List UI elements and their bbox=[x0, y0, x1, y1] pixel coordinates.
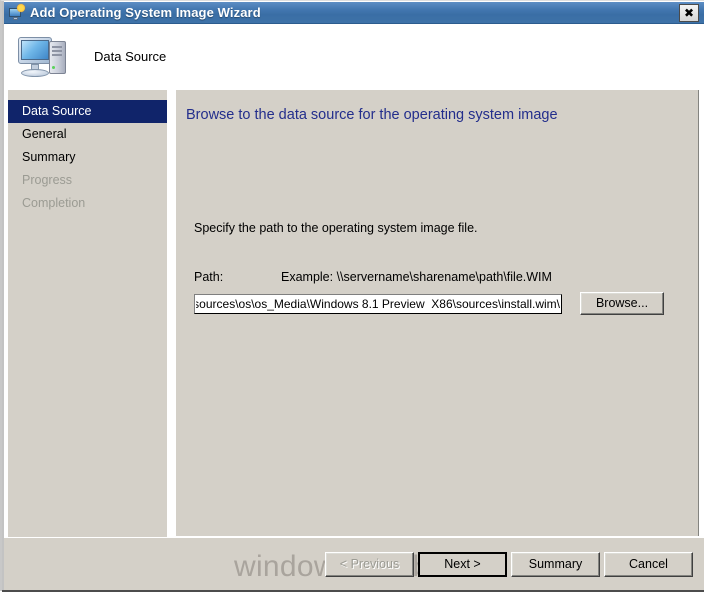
sidebar-item-completion: Completion bbox=[22, 196, 86, 210]
window-icon-base bbox=[13, 16, 18, 20]
close-icon[interactable]: ✖ bbox=[679, 4, 699, 22]
monitor-screen bbox=[21, 39, 49, 60]
title-bar[interactable]: Add Operating System Image Wizard ✖ bbox=[4, 2, 704, 24]
computer-monitor-icon bbox=[16, 33, 72, 81]
next-button[interactable]: Next > bbox=[418, 552, 507, 577]
sidebar-item-data-source[interactable]: Data Source bbox=[8, 100, 167, 123]
monitor-foot bbox=[21, 68, 49, 77]
window-icon bbox=[8, 3, 25, 21]
path-input[interactable] bbox=[194, 294, 562, 314]
window-left-edge bbox=[2, 1, 4, 592]
wizard-header: Data Source bbox=[4, 24, 704, 89]
sidebar-item-general[interactable]: General bbox=[8, 123, 167, 146]
content-heading: Browse to the data source for the operat… bbox=[186, 107, 558, 123]
sidebar-item-summary[interactable]: Summary bbox=[8, 146, 167, 169]
tower-bay bbox=[52, 53, 62, 56]
tower-bay bbox=[52, 49, 62, 52]
wizard-window: Add Operating System Image Wizard ✖ Data… bbox=[0, 0, 704, 592]
path-example-text: Example: \\servername\sharename\path\fil… bbox=[281, 270, 552, 284]
path-label: Path: bbox=[194, 270, 224, 284]
cancel-button[interactable]: Cancel bbox=[604, 552, 693, 577]
wizard-step-list: Data Source General Summary Progress Com… bbox=[8, 90, 168, 582]
instruction-text: Specify the path to the operating system… bbox=[194, 221, 478, 235]
page-title: Data Source bbox=[94, 49, 167, 64]
wizard-content-panel: Browse to the data source for the operat… bbox=[176, 90, 699, 536]
tower-bay bbox=[52, 45, 62, 48]
window-icon-star bbox=[17, 3, 25, 12]
wizard-footer: windows-noob.com < Previous Next > Summa… bbox=[4, 537, 704, 590]
summary-button[interactable]: Summary bbox=[511, 552, 600, 577]
sidebar-item-progress: Progress bbox=[22, 173, 73, 187]
previous-button: < Previous bbox=[325, 552, 414, 577]
browse-button[interactable]: Browse... bbox=[580, 292, 664, 315]
window-title: Add Operating System Image Wizard bbox=[30, 5, 261, 20]
tower-power-led bbox=[52, 65, 55, 69]
